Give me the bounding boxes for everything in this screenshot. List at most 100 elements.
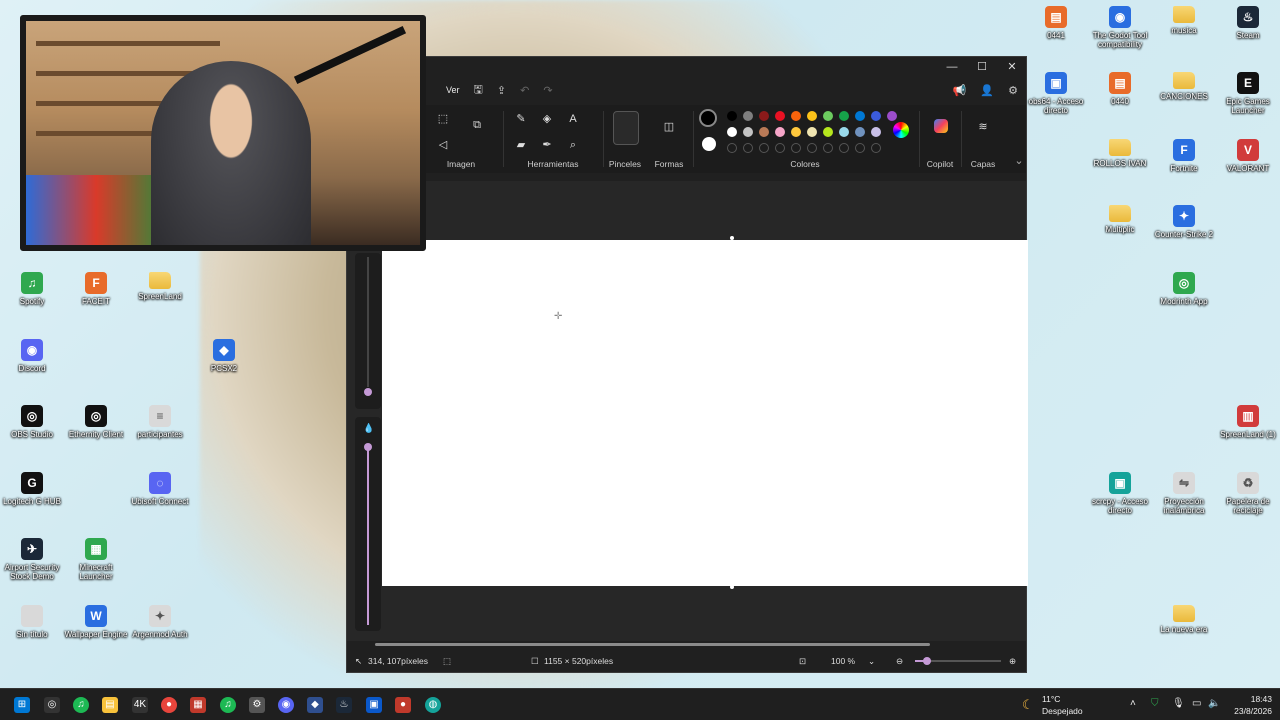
palette-swatch[interactable]: [775, 111, 785, 121]
desktop-icon[interactable]: ✦ Argenmod Auth: [128, 605, 192, 639]
palette-swatch[interactable]: [823, 127, 833, 137]
app-window-icon[interactable]: ▣: [366, 697, 382, 713]
palette-swatch[interactable]: [775, 127, 785, 137]
copilot-icon[interactable]: [934, 119, 948, 133]
secondary-color[interactable]: [702, 137, 716, 151]
palette-swatch[interactable]: [743, 111, 753, 121]
start-icon[interactable]: ⊞: [14, 697, 30, 713]
color-picker-icon[interactable]: ✒: [539, 137, 555, 153]
desktop-icon[interactable]: Sin título: [0, 605, 64, 639]
chrome-alt-icon[interactable]: ◎: [44, 697, 60, 713]
save-icon[interactable]: 🖫: [474, 81, 483, 100]
select-icon[interactable]: ⬚: [435, 111, 451, 127]
eraser-icon[interactable]: ▰: [513, 137, 529, 153]
steam-taskbar-icon[interactable]: ♨: [336, 697, 352, 713]
maximize-button[interactable]: ☐: [967, 59, 997, 75]
crop-icon[interactable]: ⧉: [469, 117, 485, 133]
discord-taskbar-icon[interactable]: ◉: [278, 697, 294, 713]
palette-swatch-empty[interactable]: [743, 143, 753, 153]
horizontal-scrollbar[interactable]: [351, 643, 1022, 647]
menu-view[interactable]: Ver: [446, 85, 460, 95]
palette-swatch[interactable]: [855, 111, 865, 121]
4k-icon[interactable]: 4K: [132, 697, 148, 713]
desktop-icon[interactable]: musica: [1152, 6, 1216, 35]
account-icon[interactable]: 👤: [980, 84, 994, 97]
redo-icon[interactable]: ↷: [543, 84, 552, 97]
zoom-knob[interactable]: [923, 657, 931, 665]
app-globe-icon[interactable]: ◍: [425, 697, 441, 713]
palette-swatch[interactable]: [727, 127, 737, 137]
gear-app-icon[interactable]: ⚙: [249, 697, 265, 713]
desktop-icon[interactable]: ▤ 0441: [1024, 6, 1088, 40]
spotify-taskbar-icon-2[interactable]: ♫: [220, 697, 236, 713]
app-camera-icon[interactable]: ●: [395, 697, 411, 713]
opacity-slider[interactable]: 💧: [355, 417, 381, 631]
desktop-icon[interactable]: G Logitech G HUB: [0, 472, 64, 506]
mic-icon[interactable]: 🎙: [1172, 698, 1185, 720]
desktop-icon[interactable]: E Epic Games Launcher: [1216, 72, 1280, 115]
palette-swatch[interactable]: [871, 111, 881, 121]
zoom-in-icon[interactable]: ⊕: [1009, 656, 1016, 667]
desktop-icon[interactable]: ◌ Ubisoft Connect: [128, 472, 192, 506]
desktop-icon[interactable]: ♫ Spotify: [0, 272, 64, 306]
desktop-icon[interactable]: ▤ 0440: [1088, 72, 1152, 106]
zoom-out-icon[interactable]: ⊖: [896, 656, 903, 667]
desktop-icon[interactable]: ◉ Discord: [0, 339, 64, 373]
scrollbar-thumb[interactable]: [375, 643, 930, 646]
text-icon[interactable]: A: [565, 111, 581, 127]
chevron-up-icon[interactable]: ˄: [1130, 698, 1136, 720]
desktop-icon[interactable]: ◎ OBS Studio: [0, 405, 64, 439]
clock[interactable]: 18:43 23/8/2026: [1228, 689, 1272, 720]
spotify-taskbar-icon[interactable]: ♫: [73, 697, 89, 713]
share-icon[interactable]: ⇪: [497, 84, 506, 97]
volume-icon[interactable]: 🔈: [1208, 698, 1220, 720]
rotate-icon[interactable]: ◁: [435, 137, 451, 153]
opacity-knob[interactable]: [364, 443, 372, 451]
brush-icon[interactable]: [613, 111, 639, 145]
desktop-icon[interactable]: ✦ Counter-Strike 2: [1152, 205, 1216, 239]
palette-swatch[interactable]: [839, 127, 849, 137]
desktop-icon[interactable]: ≡ participantes: [128, 405, 192, 439]
desktop-icon[interactable]: V VALORANT: [1216, 139, 1280, 173]
desktop-icon[interactable]: ⇋ Proyección inalámbrica: [1152, 472, 1216, 515]
desktop-icon[interactable]: ♨ Steam: [1216, 6, 1280, 40]
palette-swatch-empty[interactable]: [807, 143, 817, 153]
drawing-canvas[interactable]: ✛: [382, 240, 1028, 586]
desktop-icon[interactable]: ▦ Minecraft Launcher: [64, 538, 128, 581]
explorer-icon[interactable]: ▤: [102, 697, 118, 713]
palette-swatch[interactable]: [759, 111, 769, 121]
zoom-slider[interactable]: [915, 657, 1001, 665]
brush-size-slider[interactable]: [355, 253, 381, 409]
desktop-icon[interactable]: CANCIONES: [1152, 72, 1216, 101]
primary-color[interactable]: [699, 109, 717, 127]
desktop-icon[interactable]: F FACEIT: [64, 272, 128, 306]
undo-icon[interactable]: ↶: [520, 84, 529, 97]
palette-swatch-empty[interactable]: [871, 143, 881, 153]
desktop-icon[interactable]: La nueva era: [1152, 605, 1216, 634]
desktop-icon[interactable]: ◆ PCSX2: [192, 339, 256, 373]
desktop-icon[interactable]: ♻ Papelera de reciclaje: [1216, 472, 1280, 515]
palette-swatch-empty[interactable]: [855, 143, 865, 153]
desktop-icon[interactable]: ▣ scrcpy - Acceso directo: [1088, 472, 1152, 515]
layers-icon[interactable]: ≋: [975, 119, 991, 135]
desktop-icon[interactable]: ◎ Ethernity Client: [64, 405, 128, 439]
palette-swatch[interactable]: [887, 111, 897, 121]
network-icon[interactable]: ▭: [1192, 698, 1201, 720]
app-blue-icon[interactable]: ◆: [307, 697, 323, 713]
desktop-icon[interactable]: ▣ obs64 - Acceso directo: [1024, 72, 1088, 115]
zoom-level[interactable]: 100 %: [831, 656, 855, 666]
palette-swatch[interactable]: [855, 127, 865, 137]
security-icon[interactable]: ⛉: [1151, 698, 1159, 720]
magnifier-icon[interactable]: ⌕: [565, 137, 581, 153]
palette-swatch[interactable]: [743, 127, 753, 137]
palette-swatch[interactable]: [791, 127, 801, 137]
chevron-down-icon[interactable]: ⌄: [1011, 153, 1027, 169]
chrome-icon[interactable]: ●: [161, 697, 177, 713]
palette-swatch[interactable]: [727, 111, 737, 121]
palette-swatch[interactable]: [807, 127, 817, 137]
brush-size-knob[interactable]: [364, 388, 372, 396]
minimize-button[interactable]: —: [937, 59, 967, 75]
palette-swatch-empty[interactable]: [727, 143, 737, 153]
palette-swatch[interactable]: [791, 111, 801, 121]
desktop-icon[interactable]: Multiplic: [1088, 205, 1152, 234]
